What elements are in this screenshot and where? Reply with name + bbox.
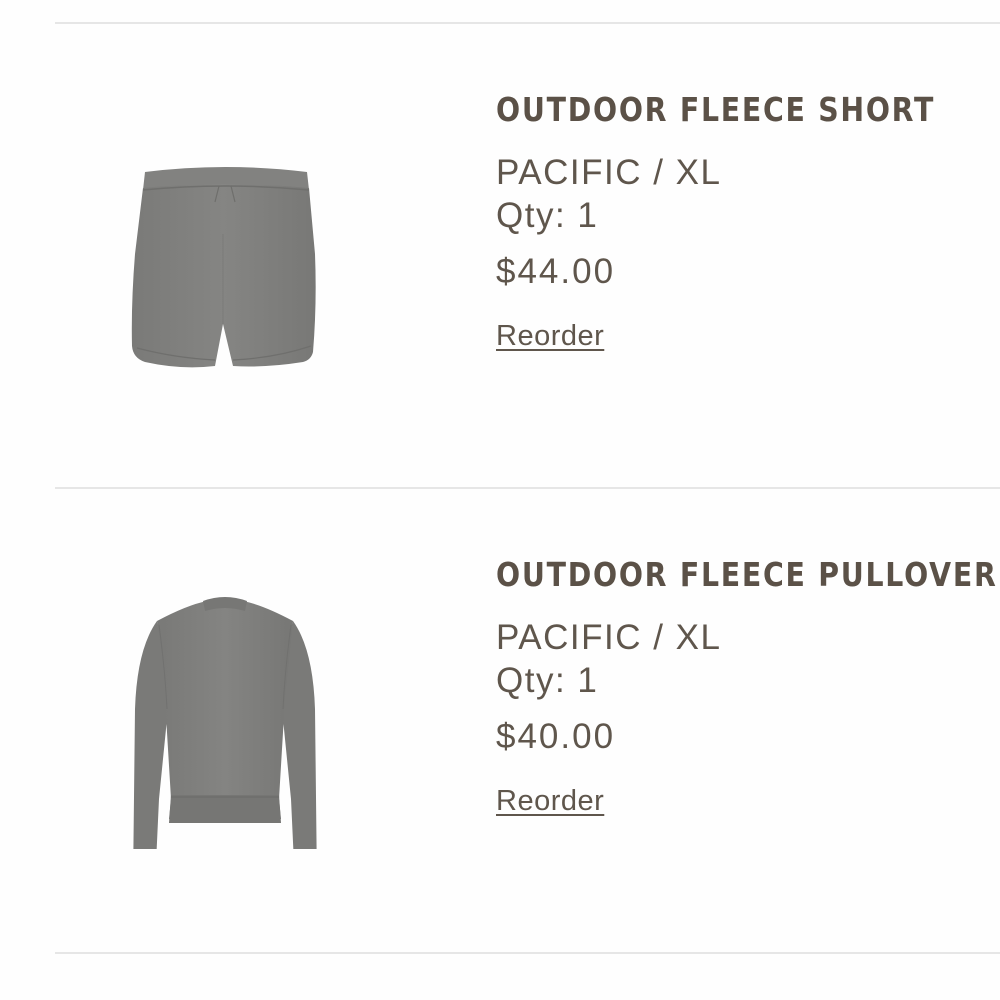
divider-bottom <box>55 952 1000 954</box>
shorts-illustration <box>131 167 316 368</box>
fleece-shorts-image[interactable] <box>115 84 335 384</box>
item-quantity: Qty: 1 <box>496 196 599 235</box>
item-name[interactable]: OUTDOOR FLEECE PULLOVER <box>496 553 996 597</box>
item-info: OUTDOOR FLEECE PULLOVER PACIFIC / XL Qty… <box>496 553 1000 821</box>
order-item-short: OUTDOOR FLEECE SHORT PACIFIC / XL Qty: 1… <box>55 24 1000 486</box>
reorder-link[interactable]: Reorder <box>496 781 604 821</box>
pullover-illustration <box>133 597 317 849</box>
item-price: $40.00 <box>496 717 616 756</box>
item-quantity: Qty: 1 <box>496 661 599 700</box>
item-variant: PACIFIC / XL <box>496 618 722 657</box>
order-item-pullover: OUTDOOR FLEECE PULLOVER PACIFIC / XL Qty… <box>55 489 1000 951</box>
order-items-page: OUTDOOR FLEECE SHORT PACIFIC / XL Qty: 1… <box>0 0 1000 1000</box>
reorder-link[interactable]: Reorder <box>496 316 604 356</box>
item-name[interactable]: OUTDOOR FLEECE SHORT <box>496 88 933 132</box>
item-info: OUTDOOR FLEECE SHORT PACIFIC / XL Qty: 1… <box>496 88 1000 356</box>
item-variant: PACIFIC / XL <box>496 153 722 192</box>
item-price: $44.00 <box>496 252 616 291</box>
fleece-pullover-image[interactable] <box>115 549 335 849</box>
